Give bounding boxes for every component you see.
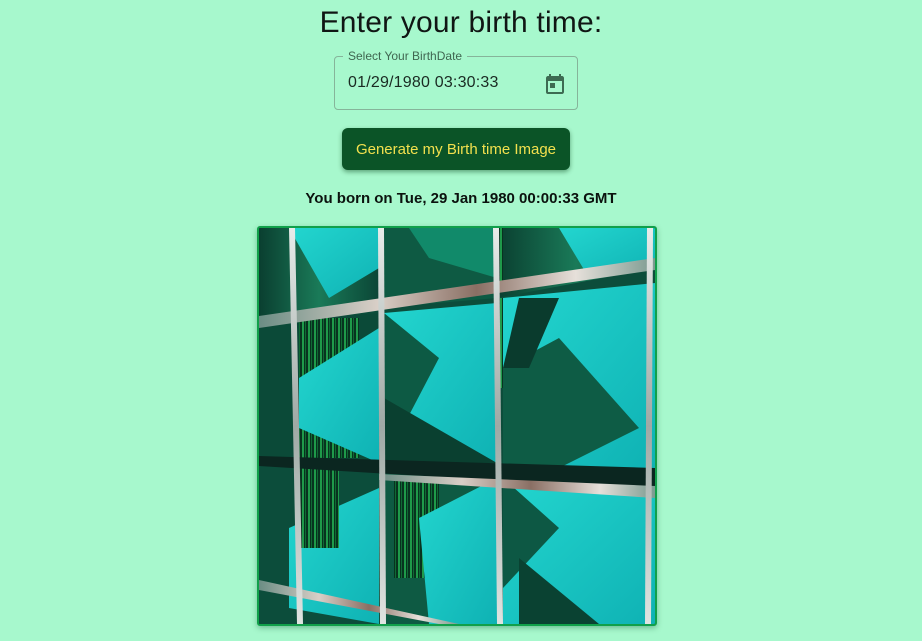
birth-result-text: You born on Tue, 29 Jan 1980 00:00:33 GM… (305, 190, 617, 207)
birthdate-value[interactable]: 01/29/1980 03:30:33 (348, 74, 499, 92)
birth-time-image (257, 226, 657, 626)
generate-image-button[interactable]: Generate my Birth time Image (342, 128, 570, 170)
birthdate-field[interactable]: Select Your BirthDate 01/29/1980 03:30:3… (334, 49, 578, 110)
page-title: Enter your birth time: (319, 6, 603, 39)
calendar-icon[interactable] (543, 72, 567, 96)
birthdate-field-label: Select Your BirthDate (343, 49, 468, 63)
